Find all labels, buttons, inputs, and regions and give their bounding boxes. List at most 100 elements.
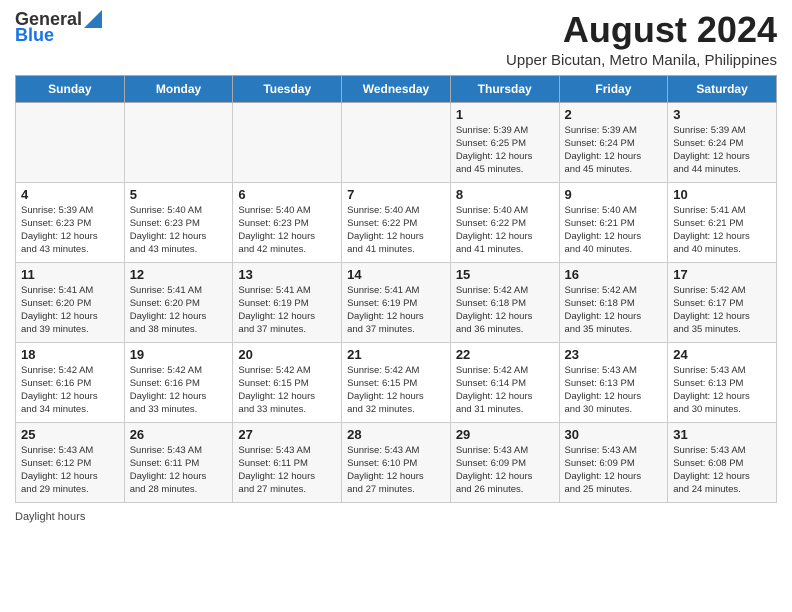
day-number: 13 — [238, 267, 336, 282]
day-number: 14 — [347, 267, 445, 282]
day-cell: 2 Sunrise: 5:39 AM Sunset: 6:24 PM Daylig… — [559, 102, 668, 182]
day-info: Sunrise: 5:42 AM Sunset: 6:16 PM Dayligh… — [21, 364, 119, 417]
day-cell: 30 Sunrise: 5:43 AM Sunset: 6:09 PM Dayli… — [559, 422, 668, 502]
day-number: 21 — [347, 347, 445, 362]
week-row-4: 18 Sunrise: 5:42 AM Sunset: 6:16 PM Dayli… — [16, 342, 777, 422]
week-row-1: 1 Sunrise: 5:39 AM Sunset: 6:25 PM Daylig… — [16, 102, 777, 182]
day-cell — [342, 102, 451, 182]
day-cell: 15 Sunrise: 5:42 AM Sunset: 6:18 PM Dayli… — [450, 262, 559, 342]
day-cell: 27 Sunrise: 5:43 AM Sunset: 6:11 PM Dayli… — [233, 422, 342, 502]
day-number: 1 — [456, 107, 554, 122]
day-info: Sunrise: 5:43 AM Sunset: 6:09 PM Dayligh… — [456, 444, 554, 497]
day-cell: 28 Sunrise: 5:43 AM Sunset: 6:10 PM Dayli… — [342, 422, 451, 502]
day-cell: 22Sunrise: 5:42 AM Sunset: 6:14 PM Dayli… — [450, 342, 559, 422]
day-number: 7 — [347, 187, 445, 202]
day-info: Sunrise: 5:39 AM Sunset: 6:24 PM Dayligh… — [673, 124, 771, 177]
day-info: Sunrise: 5:42 AM Sunset: 6:18 PM Dayligh… — [565, 284, 663, 337]
day-info: Sunrise: 5:41 AM Sunset: 6:20 PM Dayligh… — [21, 284, 119, 337]
col-header-sunday: Sunday — [16, 75, 125, 102]
day-cell — [16, 102, 125, 182]
calendar-table: SundayMondayTuesdayWednesdayThursdayFrid… — [15, 75, 777, 503]
day-info: Sunrise: 5:39 AM Sunset: 6:25 PM Dayligh… — [456, 124, 554, 177]
day-info: Sunrise: 5:41 AM Sunset: 6:20 PM Dayligh… — [130, 284, 228, 337]
col-header-thursday: Thursday — [450, 75, 559, 102]
day-number: 6 — [238, 187, 336, 202]
day-cell: 10Sunrise: 5:41 AM Sunset: 6:21 PM Dayli… — [668, 182, 777, 262]
day-info: Sunrise: 5:42 AM Sunset: 6:18 PM Dayligh… — [456, 284, 554, 337]
day-info: Sunrise: 5:43 AM Sunset: 6:10 PM Dayligh… — [347, 444, 445, 497]
main-title: August 2024 — [506, 10, 777, 50]
page: General Blue August 2024 Upper Bicutan, … — [0, 0, 792, 612]
day-info: Sunrise: 5:40 AM Sunset: 6:22 PM Dayligh… — [456, 204, 554, 257]
day-number: 23 — [565, 347, 663, 362]
day-number: 5 — [130, 187, 228, 202]
day-info: Sunrise: 5:41 AM Sunset: 6:19 PM Dayligh… — [238, 284, 336, 337]
day-info: Sunrise: 5:39 AM Sunset: 6:24 PM Dayligh… — [565, 124, 663, 177]
calendar-header-row: SundayMondayTuesdayWednesdayThursdayFrid… — [16, 75, 777, 102]
day-number: 30 — [565, 427, 663, 442]
day-cell — [233, 102, 342, 182]
day-cell: 7 Sunrise: 5:40 AM Sunset: 6:22 PM Daylig… — [342, 182, 451, 262]
day-number: 9 — [565, 187, 663, 202]
day-info: Sunrise: 5:40 AM Sunset: 6:21 PM Dayligh… — [565, 204, 663, 257]
day-number: 17 — [673, 267, 771, 282]
day-cell: 1 Sunrise: 5:39 AM Sunset: 6:25 PM Daylig… — [450, 102, 559, 182]
logo-triangle-icon — [84, 10, 102, 28]
day-info: Sunrise: 5:40 AM Sunset: 6:23 PM Dayligh… — [130, 204, 228, 257]
day-info: Sunrise: 5:42 AM Sunset: 6:17 PM Dayligh… — [673, 284, 771, 337]
day-cell: 17 Sunrise: 5:42 AM Sunset: 6:17 PM Dayli… — [668, 262, 777, 342]
day-info: Sunrise: 5:42 AM Sunset: 6:15 PM Dayligh… — [347, 364, 445, 417]
day-number: 31 — [673, 427, 771, 442]
day-cell: 16Sunrise: 5:42 AM Sunset: 6:18 PM Dayli… — [559, 262, 668, 342]
day-info: Sunrise: 5:40 AM Sunset: 6:22 PM Dayligh… — [347, 204, 445, 257]
week-row-5: 25Sunrise: 5:43 AM Sunset: 6:12 PM Dayli… — [16, 422, 777, 502]
day-info: Sunrise: 5:43 AM Sunset: 6:13 PM Dayligh… — [673, 364, 771, 417]
day-number: 10 — [673, 187, 771, 202]
day-info: Sunrise: 5:43 AM Sunset: 6:13 PM Dayligh… — [565, 364, 663, 417]
day-number: 22 — [456, 347, 554, 362]
day-number: 28 — [347, 427, 445, 442]
day-cell: 5 Sunrise: 5:40 AM Sunset: 6:23 PM Daylig… — [124, 182, 233, 262]
day-info: Sunrise: 5:43 AM Sunset: 6:11 PM Dayligh… — [130, 444, 228, 497]
day-number: 2 — [565, 107, 663, 122]
col-header-monday: Monday — [124, 75, 233, 102]
day-info: Sunrise: 5:42 AM Sunset: 6:15 PM Dayligh… — [238, 364, 336, 417]
day-cell: 21 Sunrise: 5:42 AM Sunset: 6:15 PM Dayli… — [342, 342, 451, 422]
col-header-tuesday: Tuesday — [233, 75, 342, 102]
subtitle: Upper Bicutan, Metro Manila, Philippines — [506, 52, 777, 69]
day-cell: 14 Sunrise: 5:41 AM Sunset: 6:19 PM Dayli… — [342, 262, 451, 342]
day-info: Sunrise: 5:40 AM Sunset: 6:23 PM Dayligh… — [238, 204, 336, 257]
day-info: Sunrise: 5:41 AM Sunset: 6:19 PM Dayligh… — [347, 284, 445, 337]
day-cell: 13 Sunrise: 5:41 AM Sunset: 6:19 PM Dayli… — [233, 262, 342, 342]
col-header-friday: Friday — [559, 75, 668, 102]
logo-blue-text: Blue — [15, 26, 54, 44]
day-cell: 8 Sunrise: 5:40 AM Sunset: 6:22 PM Daylig… — [450, 182, 559, 262]
col-header-wednesday: Wednesday — [342, 75, 451, 102]
day-cell: 6 Sunrise: 5:40 AM Sunset: 6:23 PM Daylig… — [233, 182, 342, 262]
day-cell: 19 Sunrise: 5:42 AM Sunset: 6:16 PM Dayli… — [124, 342, 233, 422]
day-number: 18 — [21, 347, 119, 362]
day-number: 3 — [673, 107, 771, 122]
day-cell: 26 Sunrise: 5:43 AM Sunset: 6:11 PM Dayli… — [124, 422, 233, 502]
day-number: 20 — [238, 347, 336, 362]
day-info: Sunrise: 5:42 AM Sunset: 6:16 PM Dayligh… — [130, 364, 228, 417]
day-number: 19 — [130, 347, 228, 362]
logo: General Blue — [15, 10, 102, 44]
title-block: August 2024 Upper Bicutan, Metro Manila,… — [506, 10, 777, 69]
day-number: 12 — [130, 267, 228, 282]
footer: Daylight hours — [15, 511, 777, 523]
day-number: 27 — [238, 427, 336, 442]
day-number: 4 — [21, 187, 119, 202]
day-number: 15 — [456, 267, 554, 282]
day-cell: 4 Sunrise: 5:39 AM Sunset: 6:23 PM Daylig… — [16, 182, 125, 262]
day-number: 8 — [456, 187, 554, 202]
day-number: 11 — [21, 267, 119, 282]
week-row-3: 11 Sunrise: 5:41 AM Sunset: 6:20 PM Dayli… — [16, 262, 777, 342]
day-cell — [124, 102, 233, 182]
day-number: 26 — [130, 427, 228, 442]
day-info: Sunrise: 5:43 AM Sunset: 6:11 PM Dayligh… — [238, 444, 336, 497]
day-info: Sunrise: 5:39 AM Sunset: 6:23 PM Dayligh… — [21, 204, 119, 257]
day-number: 29 — [456, 427, 554, 442]
day-info: Sunrise: 5:43 AM Sunset: 6:09 PM Dayligh… — [565, 444, 663, 497]
day-number: 25 — [21, 427, 119, 442]
